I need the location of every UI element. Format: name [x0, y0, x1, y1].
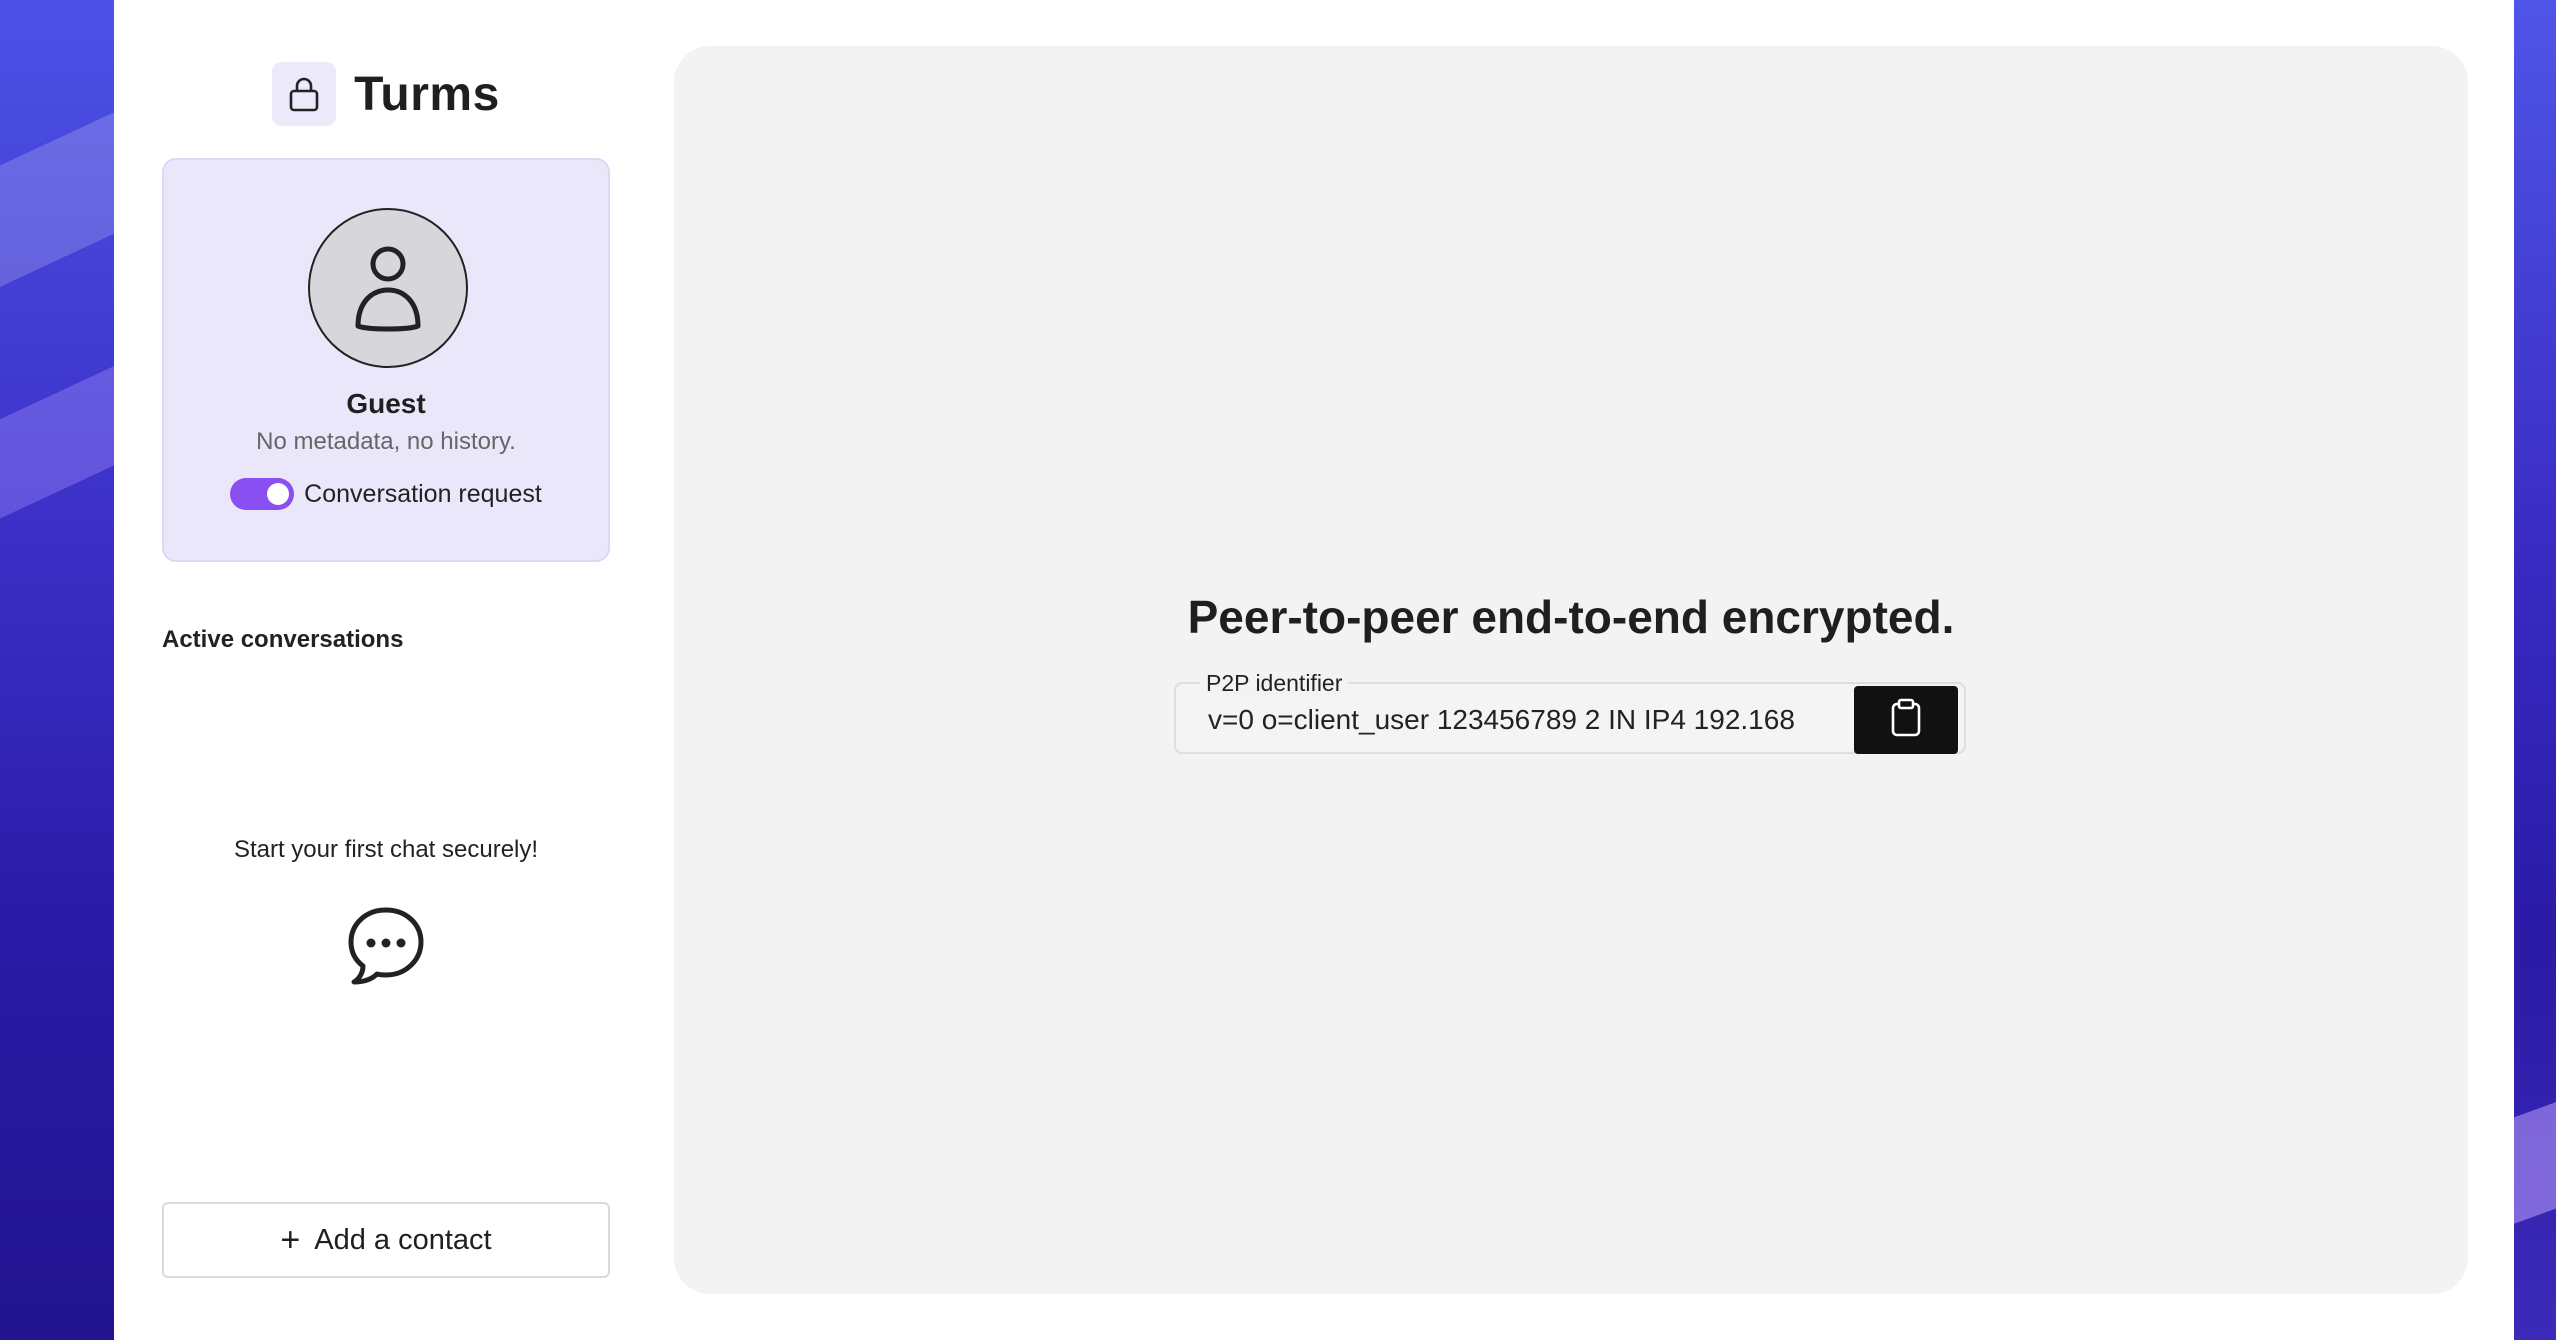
- p2p-identifier-value[interactable]: v=0 o=client_user 123456789 2 IN IP4 192…: [1208, 702, 1806, 738]
- app-title: Turms: [354, 67, 500, 121]
- desktop-wallpaper-left: [0, 0, 114, 1340]
- app-window: Turms Guest No metadata, no history. Con…: [114, 0, 2514, 1340]
- conversation-request-toggle[interactable]: [230, 478, 295, 510]
- profile-card: Guest No metadata, no history. Conversat…: [162, 158, 610, 562]
- clipboard-icon: [1889, 698, 1923, 743]
- user-name: Guest: [346, 388, 426, 419]
- main-panel: Peer-to-peer end-to-end encrypted. P2P i…: [674, 46, 2468, 1294]
- encryption-heading: Peer-to-peer end-to-end encrypted.: [1187, 591, 1955, 643]
- desktop-wallpaper-right: [2514, 0, 2556, 1340]
- copy-identifier-button[interactable]: [1854, 686, 1958, 754]
- add-contact-label: Add a contact: [314, 1223, 492, 1256]
- toggle-knob: [267, 483, 290, 505]
- plus-icon: +: [280, 1221, 301, 1259]
- lock-icon: [272, 62, 337, 126]
- p2p-identifier-field: P2P identifier v=0 o=client_user 1234567…: [1174, 670, 1966, 754]
- conversation-request-label: Conversation request: [304, 479, 542, 508]
- user-metadata-note: No metadata, no history.: [256, 428, 516, 455]
- active-conversations-heading: Active conversations: [162, 626, 404, 653]
- user-icon: [308, 208, 468, 368]
- chat-bubble-icon: [346, 906, 426, 986]
- add-contact-button[interactable]: + Add a contact: [162, 1202, 610, 1278]
- empty-conversations-message: Start your first chat securely!: [233, 836, 539, 863]
- brand-header: Turms: [162, 62, 610, 126]
- sidebar: Turms Guest No metadata, no history. Con…: [162, 0, 610, 1340]
- conversation-request-setting: Conversation request: [164, 478, 608, 510]
- p2p-identifier-label: P2P identifier: [1200, 670, 1349, 696]
